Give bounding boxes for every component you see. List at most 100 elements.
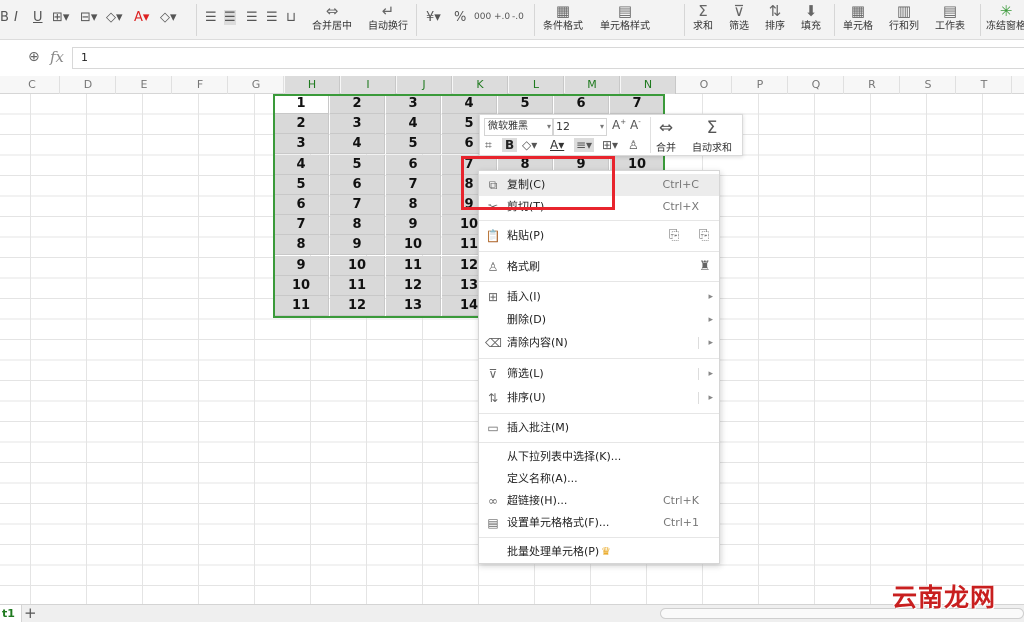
- percent-button[interactable]: %: [454, 10, 466, 25]
- font-color-small-icon[interactable]: A▾: [550, 138, 564, 152]
- column-header-e[interactable]: E: [117, 76, 172, 94]
- data-cell[interactable]: 4: [386, 114, 441, 135]
- sort-button[interactable]: ⇅ 排序: [765, 2, 785, 34]
- data-cell[interactable]: 2: [274, 114, 329, 135]
- merge-mini-button[interactable]: ⇔ 合并: [656, 117, 676, 154]
- filter-button[interactable]: ⊽ 筛选: [729, 2, 749, 34]
- menu-item-sort[interactable]: ⇅ 排序(U) ▸: [479, 387, 719, 409]
- data-cell[interactable]: 7: [610, 94, 665, 114]
- menu-item-define-name[interactable]: 定义名称(A)...: [479, 468, 719, 490]
- menu-item-copy[interactable]: ⧉ 复制(C) Ctrl+C: [479, 174, 719, 196]
- data-cell[interactable]: 7: [274, 215, 329, 236]
- data-cell[interactable]: 6: [386, 154, 441, 175]
- highlight-icon[interactable]: ◇▾: [106, 10, 123, 25]
- font-size-select[interactable]: 12 ▾: [552, 118, 607, 136]
- fill-button[interactable]: ⬇ 填充: [801, 2, 821, 34]
- bold-icon[interactable]: B: [0, 10, 9, 25]
- font-name-select[interactable]: 微软雅黑 ▾: [484, 118, 554, 136]
- menu-item-format-cells[interactable]: ▤ 设置单元格格式(F)... Ctrl+1: [479, 512, 719, 534]
- data-cell[interactable]: 8: [386, 195, 441, 215]
- column-header-r[interactable]: R: [845, 76, 900, 94]
- wrap-text-button[interactable]: ↵ 自动换行: [368, 2, 408, 34]
- column-header-n[interactable]: N: [621, 76, 676, 94]
- data-cell[interactable]: 2: [330, 94, 385, 114]
- data-cell[interactable]: 5: [330, 154, 385, 175]
- data-cell[interactable]: 3: [386, 94, 441, 114]
- autosum-mini-button[interactable]: Σ 自动求和: [692, 117, 732, 154]
- fill-color-small-icon[interactable]: ◇▾: [522, 138, 537, 152]
- font-color-icon[interactable]: A▾: [134, 10, 149, 25]
- menu-item-format-painter[interactable]: ♙ 格式刷 ♜: [479, 256, 719, 278]
- grow-font-icon[interactable]: A+: [612, 118, 626, 132]
- column-header-h[interactable]: H: [285, 76, 340, 94]
- bold-toggle-icon[interactable]: B: [502, 138, 518, 152]
- data-cell[interactable]: 4: [274, 154, 329, 175]
- data-cell[interactable]: 11: [330, 275, 385, 296]
- paste-special-icon[interactable]: ⎘: [699, 225, 709, 247]
- data-cell[interactable]: 10: [274, 275, 329, 296]
- distribute-icon[interactable]: ⊔: [286, 10, 296, 25]
- data-cell[interactable]: 12: [330, 296, 385, 316]
- column-header-j[interactable]: J: [397, 76, 452, 94]
- data-cell[interactable]: 8: [330, 215, 385, 236]
- column-header-c[interactable]: C: [5, 76, 60, 94]
- data-cell[interactable]: 6: [330, 174, 385, 195]
- decrease-decimal-icon[interactable]: -.0: [512, 12, 524, 22]
- data-cell[interactable]: 10: [330, 255, 385, 276]
- cell-style-button[interactable]: ▤ 单元格样式: [600, 2, 650, 34]
- data-cell[interactable]: 4: [442, 94, 497, 114]
- data-cell[interactable]: 5: [386, 134, 441, 155]
- menu-item-pick-list[interactable]: 从下拉列表中选择(K)...: [479, 446, 719, 468]
- column-header-t[interactable]: T: [957, 76, 1012, 94]
- column-header-s[interactable]: S: [901, 76, 956, 94]
- column-header-m[interactable]: M: [565, 76, 620, 94]
- column-header-k[interactable]: K: [453, 76, 508, 94]
- column-header-g[interactable]: G: [229, 76, 284, 94]
- worksheet-button[interactable]: ▤ 工作表: [935, 2, 965, 34]
- sum-button[interactable]: Σ 求和: [693, 2, 713, 34]
- column-header-l[interactable]: L: [509, 76, 564, 94]
- data-cell[interactable]: 11: [386, 255, 441, 276]
- italic-icon[interactable]: I: [14, 10, 18, 25]
- data-cell[interactable]: 6: [554, 94, 609, 114]
- column-header-q[interactable]: Q: [789, 76, 844, 94]
- data-cell[interactable]: 13: [386, 296, 441, 316]
- menu-item-clear[interactable]: ⌫ 清除内容(N) ▸: [479, 332, 719, 354]
- fx-button[interactable]: fx: [50, 48, 64, 66]
- menu-item-comment[interactable]: ▭ 插入批注(M): [479, 417, 719, 439]
- align-right-icon[interactable]: ☰: [246, 10, 258, 25]
- data-cell[interactable]: 7: [386, 174, 441, 195]
- brush-lock-icon[interactable]: ♜: [699, 256, 711, 278]
- border-small-icon[interactable]: ⊞▾: [602, 138, 618, 152]
- clear-format-icon[interactable]: ♙: [628, 138, 639, 152]
- data-cell[interactable]: 12: [386, 275, 441, 296]
- align-left-icon[interactable]: ☰: [205, 10, 217, 25]
- menu-item-delete[interactable]: 删除(D) ▸: [479, 309, 719, 331]
- data-cell[interactable]: 4: [330, 134, 385, 155]
- data-cell[interactable]: 7: [330, 195, 385, 215]
- data-cell[interactable]: 9: [386, 215, 441, 236]
- underline-icon[interactable]: U: [33, 10, 43, 25]
- justify-icon[interactable]: ☰: [266, 10, 278, 25]
- column-header-o[interactable]: O: [677, 76, 732, 94]
- zoom-icon[interactable]: ⊕: [28, 49, 40, 65]
- data-cell[interactable]: 8: [274, 235, 329, 256]
- formula-input[interactable]: 1: [72, 47, 1024, 69]
- data-cell[interactable]: 9: [274, 255, 329, 276]
- align-center-small-icon[interactable]: ≡▾: [574, 138, 595, 152]
- data-cell[interactable]: 5: [274, 174, 329, 195]
- eraser-icon[interactable]: ◇▾: [160, 10, 177, 25]
- add-sheet-icon[interactable]: +: [24, 604, 37, 622]
- column-header-p[interactable]: P: [733, 76, 788, 94]
- data-cell[interactable]: 11: [274, 296, 329, 316]
- menu-item-hyperlink[interactable]: ∞ 超链接(H)... Ctrl+K: [479, 490, 719, 512]
- merge-center-button[interactable]: ⇔ 合并居中: [312, 2, 352, 34]
- align-center-icon[interactable]: ☰: [224, 10, 236, 25]
- currency-button[interactable]: ¥▾: [426, 10, 441, 25]
- active-cell[interactable]: 1: [274, 94, 329, 114]
- format-painter-small-icon[interactable]: ⌗: [485, 138, 492, 153]
- freeze-button[interactable]: ✳ 冻结窗格: [986, 2, 1024, 34]
- paste-values-icon[interactable]: ⎘: [669, 225, 679, 247]
- column-header-f[interactable]: F: [173, 76, 228, 94]
- cell-button[interactable]: ▦ 单元格: [843, 2, 873, 34]
